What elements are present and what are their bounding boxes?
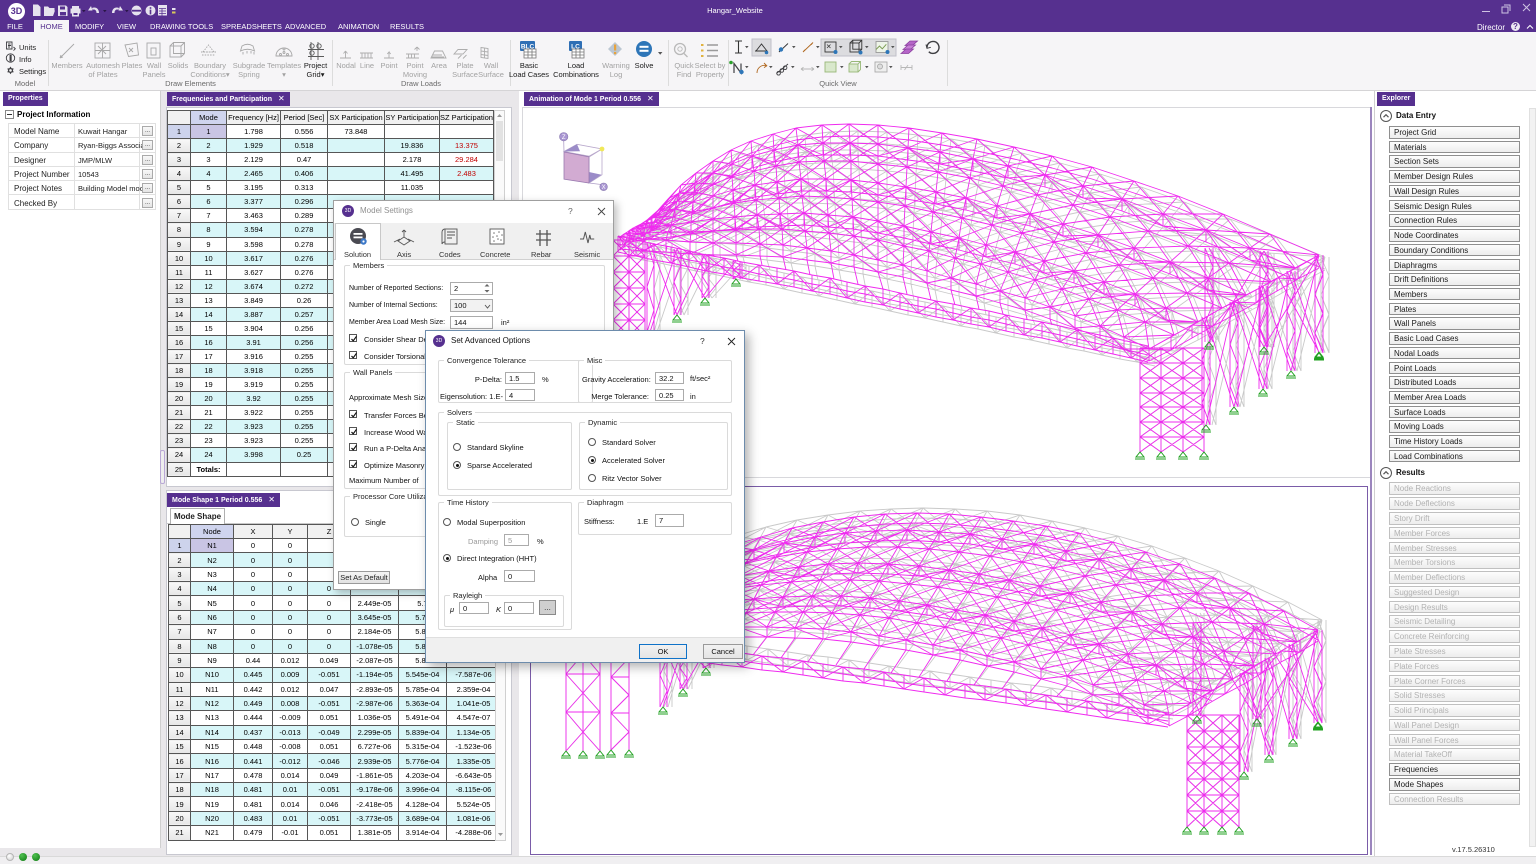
svg-text:Z: Z	[562, 135, 566, 141]
svg-text:X: X	[602, 185, 606, 191]
